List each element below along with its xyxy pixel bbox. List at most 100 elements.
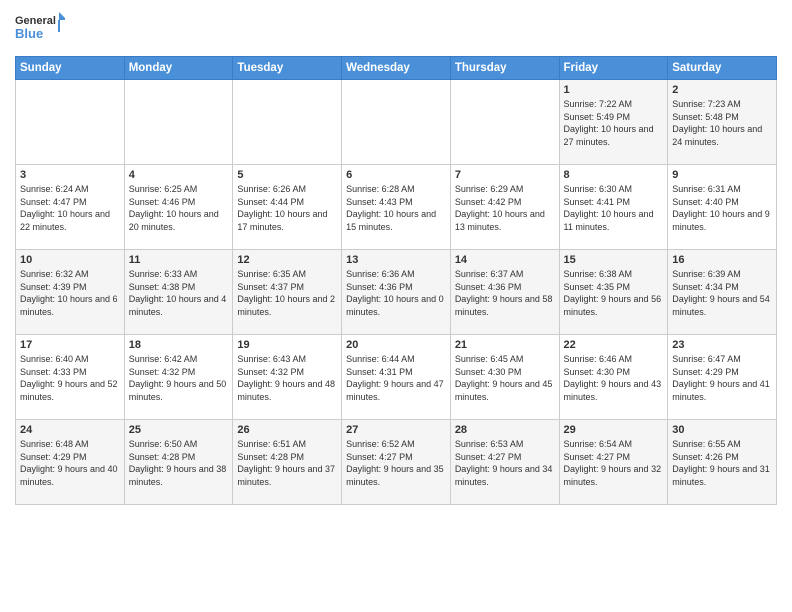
day-number: 21	[455, 339, 555, 351]
calendar-cell: 20Sunrise: 6:44 AM Sunset: 4:31 PM Dayli…	[342, 335, 451, 420]
day-number: 30	[672, 424, 772, 436]
calendar-cell: 5 Sunrise: 6:26 AM Sunset: 4:44 PM Daylig…	[233, 165, 342, 250]
calendar-cell: 23Sunrise: 6:47 AM Sunset: 4:29 PM Dayli…	[668, 335, 777, 420]
day-info: Sunrise: 6:55 AM Sunset: 4:26 PM Dayligh…	[672, 438, 772, 488]
calendar-cell: 10 Sunrise: 6:32 AM Sunset: 4:39 PM Dayli…	[16, 250, 125, 335]
weekday-header-wednesday: Wednesday	[342, 57, 451, 80]
weekday-header-tuesday: Tuesday	[233, 57, 342, 80]
day-number: 1	[564, 84, 664, 96]
day-number: 3	[20, 169, 120, 181]
calendar-cell: 12Sunrise: 6:35 AM Sunset: 4:37 PM Dayli…	[233, 250, 342, 335]
calendar-cell	[16, 80, 125, 165]
calendar-week-row: 17 Sunrise: 6:40 AM Sunset: 4:33 PM Dayli…	[16, 335, 777, 420]
day-info: Sunrise: 6:45 AM Sunset: 4:30 PM Dayligh…	[455, 353, 555, 403]
day-info: Sunrise: 6:24 AM Sunset: 4:47 PM Dayligh…	[20, 183, 120, 233]
calendar-cell: 7 Sunrise: 6:29 AM Sunset: 4:42 PM Daylig…	[450, 165, 559, 250]
day-number: 29	[564, 424, 664, 436]
calendar-cell	[450, 80, 559, 165]
calendar-table: SundayMondayTuesdayWednesdayThursdayFrid…	[15, 56, 777, 505]
calendar-cell	[342, 80, 451, 165]
day-info: Sunrise: 6:52 AM Sunset: 4:27 PM Dayligh…	[346, 438, 446, 488]
day-info: Sunrise: 6:39 AM Sunset: 4:34 PM Dayligh…	[672, 268, 772, 318]
calendar-body: 1 Sunrise: 7:22 AM Sunset: 5:49 PM Daylig…	[16, 80, 777, 505]
day-info: Sunrise: 6:51 AM Sunset: 4:28 PM Dayligh…	[237, 438, 337, 488]
day-info: Sunrise: 6:33 AM Sunset: 4:38 PM Dayligh…	[129, 268, 229, 318]
calendar-cell: 8 Sunrise: 6:30 AM Sunset: 4:41 PM Daylig…	[559, 165, 668, 250]
day-number: 12	[237, 254, 337, 266]
day-number: 24	[20, 424, 120, 436]
calendar-cell: 3 Sunrise: 6:24 AM Sunset: 4:47 PM Daylig…	[16, 165, 125, 250]
calendar-header: SundayMondayTuesdayWednesdayThursdayFrid…	[16, 57, 777, 80]
logo-svg: General Blue	[15, 10, 65, 48]
day-info: Sunrise: 6:26 AM Sunset: 4:44 PM Dayligh…	[237, 183, 337, 233]
weekday-header-monday: Monday	[124, 57, 233, 80]
calendar-week-row: 1 Sunrise: 7:22 AM Sunset: 5:49 PM Daylig…	[16, 80, 777, 165]
day-info: Sunrise: 7:23 AM Sunset: 5:48 PM Dayligh…	[672, 98, 772, 148]
calendar-cell: 2 Sunrise: 7:23 AM Sunset: 5:48 PM Daylig…	[668, 80, 777, 165]
day-number: 2	[672, 84, 772, 96]
calendar-cell: 13 Sunrise: 6:36 AM Sunset: 4:36 PM Dayli…	[342, 250, 451, 335]
day-number: 7	[455, 169, 555, 181]
day-info: Sunrise: 6:50 AM Sunset: 4:28 PM Dayligh…	[129, 438, 229, 488]
calendar-cell: 9 Sunrise: 6:31 AM Sunset: 4:40 PM Daylig…	[668, 165, 777, 250]
weekday-header-saturday: Saturday	[668, 57, 777, 80]
day-info: Sunrise: 6:32 AM Sunset: 4:39 PM Dayligh…	[20, 268, 120, 318]
day-info: Sunrise: 6:31 AM Sunset: 4:40 PM Dayligh…	[672, 183, 772, 233]
day-number: 11	[129, 254, 229, 266]
weekday-header-sunday: Sunday	[16, 57, 125, 80]
day-number: 25	[129, 424, 229, 436]
day-info: Sunrise: 6:40 AM Sunset: 4:33 PM Dayligh…	[20, 353, 120, 403]
calendar-cell: 27 Sunrise: 6:52 AM Sunset: 4:27 PM Dayli…	[342, 420, 451, 505]
day-number: 8	[564, 169, 664, 181]
calendar-cell: 18 Sunrise: 6:42 AM Sunset: 4:32 PM Dayli…	[124, 335, 233, 420]
day-info: Sunrise: 6:54 AM Sunset: 4:27 PM Dayligh…	[564, 438, 664, 488]
weekday-header-thursday: Thursday	[450, 57, 559, 80]
calendar-cell: 28 Sunrise: 6:53 AM Sunset: 4:27 PM Dayli…	[450, 420, 559, 505]
calendar-cell: 16 Sunrise: 6:39 AM Sunset: 4:34 PM Dayli…	[668, 250, 777, 335]
day-number: 9	[672, 169, 772, 181]
day-info: Sunrise: 6:37 AM Sunset: 4:36 PM Dayligh…	[455, 268, 555, 318]
day-info: Sunrise: 6:53 AM Sunset: 4:27 PM Dayligh…	[455, 438, 555, 488]
weekday-header-friday: Friday	[559, 57, 668, 80]
logo: General Blue	[15, 10, 65, 48]
day-number: 17	[20, 339, 120, 351]
page-header: General Blue	[15, 10, 777, 48]
calendar-cell: 30 Sunrise: 6:55 AM Sunset: 4:26 PM Dayli…	[668, 420, 777, 505]
day-info: Sunrise: 6:29 AM Sunset: 4:42 PM Dayligh…	[455, 183, 555, 233]
calendar-cell	[124, 80, 233, 165]
calendar-cell	[233, 80, 342, 165]
calendar-cell: 26Sunrise: 6:51 AM Sunset: 4:28 PM Dayli…	[233, 420, 342, 505]
calendar-week-row: 10 Sunrise: 6:32 AM Sunset: 4:39 PM Dayli…	[16, 250, 777, 335]
calendar-cell: 22Sunrise: 6:46 AM Sunset: 4:30 PM Dayli…	[559, 335, 668, 420]
day-number: 28	[455, 424, 555, 436]
day-info: Sunrise: 6:38 AM Sunset: 4:35 PM Dayligh…	[564, 268, 664, 318]
weekday-header-row: SundayMondayTuesdayWednesdayThursdayFrid…	[16, 57, 777, 80]
calendar-cell: 6Sunrise: 6:28 AM Sunset: 4:43 PM Daylig…	[342, 165, 451, 250]
svg-text:Blue: Blue	[15, 26, 43, 41]
day-info: Sunrise: 7:22 AM Sunset: 5:49 PM Dayligh…	[564, 98, 664, 148]
day-info: Sunrise: 6:36 AM Sunset: 4:36 PM Dayligh…	[346, 268, 446, 318]
calendar-week-row: 3 Sunrise: 6:24 AM Sunset: 4:47 PM Daylig…	[16, 165, 777, 250]
calendar-cell: 24 Sunrise: 6:48 AM Sunset: 4:29 PM Dayli…	[16, 420, 125, 505]
day-number: 5	[237, 169, 337, 181]
day-info: Sunrise: 6:42 AM Sunset: 4:32 PM Dayligh…	[129, 353, 229, 403]
calendar-cell: 4 Sunrise: 6:25 AM Sunset: 4:46 PM Daylig…	[124, 165, 233, 250]
day-number: 18	[129, 339, 229, 351]
day-number: 27	[346, 424, 446, 436]
day-number: 14	[455, 254, 555, 266]
calendar-cell: 21 Sunrise: 6:45 AM Sunset: 4:30 PM Dayli…	[450, 335, 559, 420]
day-number: 16	[672, 254, 772, 266]
day-number: 4	[129, 169, 229, 181]
day-info: Sunrise: 6:25 AM Sunset: 4:46 PM Dayligh…	[129, 183, 229, 233]
calendar-cell: 14 Sunrise: 6:37 AM Sunset: 4:36 PM Dayli…	[450, 250, 559, 335]
day-number: 10	[20, 254, 120, 266]
day-number: 20	[346, 339, 446, 351]
day-number: 15	[564, 254, 664, 266]
day-info: Sunrise: 6:48 AM Sunset: 4:29 PM Dayligh…	[20, 438, 120, 488]
calendar-cell: 11 Sunrise: 6:33 AM Sunset: 4:38 PM Dayli…	[124, 250, 233, 335]
day-number: 23	[672, 339, 772, 351]
calendar-cell: 29 Sunrise: 6:54 AM Sunset: 4:27 PM Dayli…	[559, 420, 668, 505]
day-number: 13	[346, 254, 446, 266]
day-info: Sunrise: 6:30 AM Sunset: 4:41 PM Dayligh…	[564, 183, 664, 233]
day-info: Sunrise: 6:43 AM Sunset: 4:32 PM Dayligh…	[237, 353, 337, 403]
